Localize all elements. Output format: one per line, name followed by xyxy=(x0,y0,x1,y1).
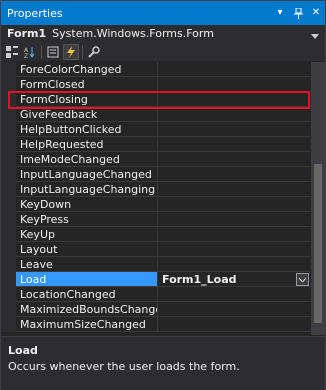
grid-row[interactable]: Layout xyxy=(1,242,311,257)
event-name: MaximizedBoundsChanged xyxy=(16,302,157,317)
event-name: KeyUp xyxy=(16,227,157,242)
event-handler-value: Form1_Load xyxy=(162,273,237,286)
events-grid: ForeColorChanged FormClosed FormClosing … xyxy=(1,62,311,335)
grid-row[interactable]: MaximizedBoundsChanged xyxy=(1,302,311,317)
properties-icon[interactable] xyxy=(46,45,60,59)
event-name: LocationChanged xyxy=(16,287,157,302)
grid-row[interactable]: HelpButtonClicked xyxy=(1,122,311,137)
chevron-down-icon[interactable] xyxy=(311,29,319,42)
toolbar-separator xyxy=(41,44,42,59)
window-title: Properties xyxy=(7,6,63,20)
event-handler[interactable] xyxy=(157,227,311,242)
object-selector[interactable]: Form1 System.Windows.Forms.Form xyxy=(1,25,325,42)
event-handler[interactable]: Form1_Load xyxy=(157,272,311,287)
grid-row[interactable]: InputLanguageChanged xyxy=(1,167,311,182)
toolbar-separator xyxy=(82,44,83,59)
event-name: HelpRequested xyxy=(16,137,157,152)
event-name: KeyDown xyxy=(16,197,157,212)
events-icon[interactable] xyxy=(63,43,79,60)
grid-row[interactable]: KeyUp xyxy=(1,227,311,242)
event-handler[interactable] xyxy=(157,122,311,137)
grid-row[interactable]: KeyPress xyxy=(1,212,311,227)
event-handler[interactable] xyxy=(157,212,311,227)
event-name: InputLanguageChanging xyxy=(16,182,157,197)
event-name: Load xyxy=(16,272,157,287)
event-handler[interactable] xyxy=(157,152,311,167)
object-name: Form1 xyxy=(7,27,47,40)
event-name: ImeModeChanged xyxy=(16,152,157,167)
event-handler[interactable] xyxy=(157,302,311,317)
grid-row[interactable]: FormClosing xyxy=(1,92,311,107)
event-name: MaximumSizeChanged xyxy=(16,317,157,332)
event-name: ForeColorChanged xyxy=(16,62,157,77)
title-bar: Properties ▾ ✕ xyxy=(1,1,325,25)
event-handler[interactable] xyxy=(157,167,311,182)
pin-icon[interactable] xyxy=(293,7,303,19)
grid-row[interactable]: ForeColorChanged xyxy=(1,62,311,77)
close-icon[interactable]: ✕ xyxy=(311,7,321,19)
grid-row[interactable]: FormClosed xyxy=(1,77,311,92)
event-name: KeyPress xyxy=(16,212,157,227)
event-handler[interactable] xyxy=(157,137,311,152)
event-name: Leave xyxy=(16,257,157,272)
grid-row[interactable]: ImeModeChanged xyxy=(1,152,311,167)
properties-toolbar: AZ xyxy=(1,42,325,61)
properties-window: Properties ▾ ✕ Form1 System.Windows.Form… xyxy=(0,0,326,390)
property-pages-icon[interactable] xyxy=(87,45,101,59)
dropdown-icon[interactable]: ▾ xyxy=(275,7,285,19)
event-handler[interactable] xyxy=(157,92,311,107)
alphabetical-icon[interactable]: AZ xyxy=(23,45,37,59)
event-handler[interactable] xyxy=(157,242,311,257)
object-type: System.Windows.Forms.Form xyxy=(52,27,214,40)
event-handler[interactable] xyxy=(157,62,311,77)
svg-text:Z: Z xyxy=(24,53,28,58)
grid-row[interactable]: LocationChanged xyxy=(1,287,311,302)
description-text: Occurs whenever the user loads the form. xyxy=(8,360,240,373)
event-name: InputLanguageChanged xyxy=(16,167,157,182)
grid-row[interactable]: GiveFeedback xyxy=(1,107,311,122)
event-handler[interactable] xyxy=(157,107,311,122)
event-handler[interactable] xyxy=(157,317,311,332)
chevron-down-icon[interactable] xyxy=(296,273,309,286)
event-name: FormClosed xyxy=(16,77,157,92)
categorized-icon[interactable] xyxy=(5,45,19,59)
event-handler[interactable] xyxy=(157,287,311,302)
scrollbar-thumb[interactable] xyxy=(314,164,322,323)
grid-row-selected[interactable]: Load Form1_Load xyxy=(1,272,311,287)
event-handler[interactable] xyxy=(157,77,311,92)
event-name: GiveFeedback xyxy=(16,107,157,122)
grid-row[interactable]: MaximumSizeChanged xyxy=(1,317,311,332)
grid-row[interactable]: HelpRequested xyxy=(1,137,311,152)
event-handler[interactable] xyxy=(157,182,311,197)
description-title: Load xyxy=(8,344,38,357)
event-handler[interactable] xyxy=(157,257,311,272)
event-name: FormClosing xyxy=(16,92,157,107)
grid-row[interactable]: Leave xyxy=(1,257,311,272)
description-panel: Load Occurs whenever the user loads the … xyxy=(1,336,325,390)
grid-row[interactable]: KeyDown xyxy=(1,197,311,212)
event-name: Layout xyxy=(16,242,157,257)
event-name: HelpButtonClicked xyxy=(16,122,157,137)
event-handler[interactable] xyxy=(157,197,311,212)
grid-row[interactable]: InputLanguageChanging xyxy=(1,182,311,197)
